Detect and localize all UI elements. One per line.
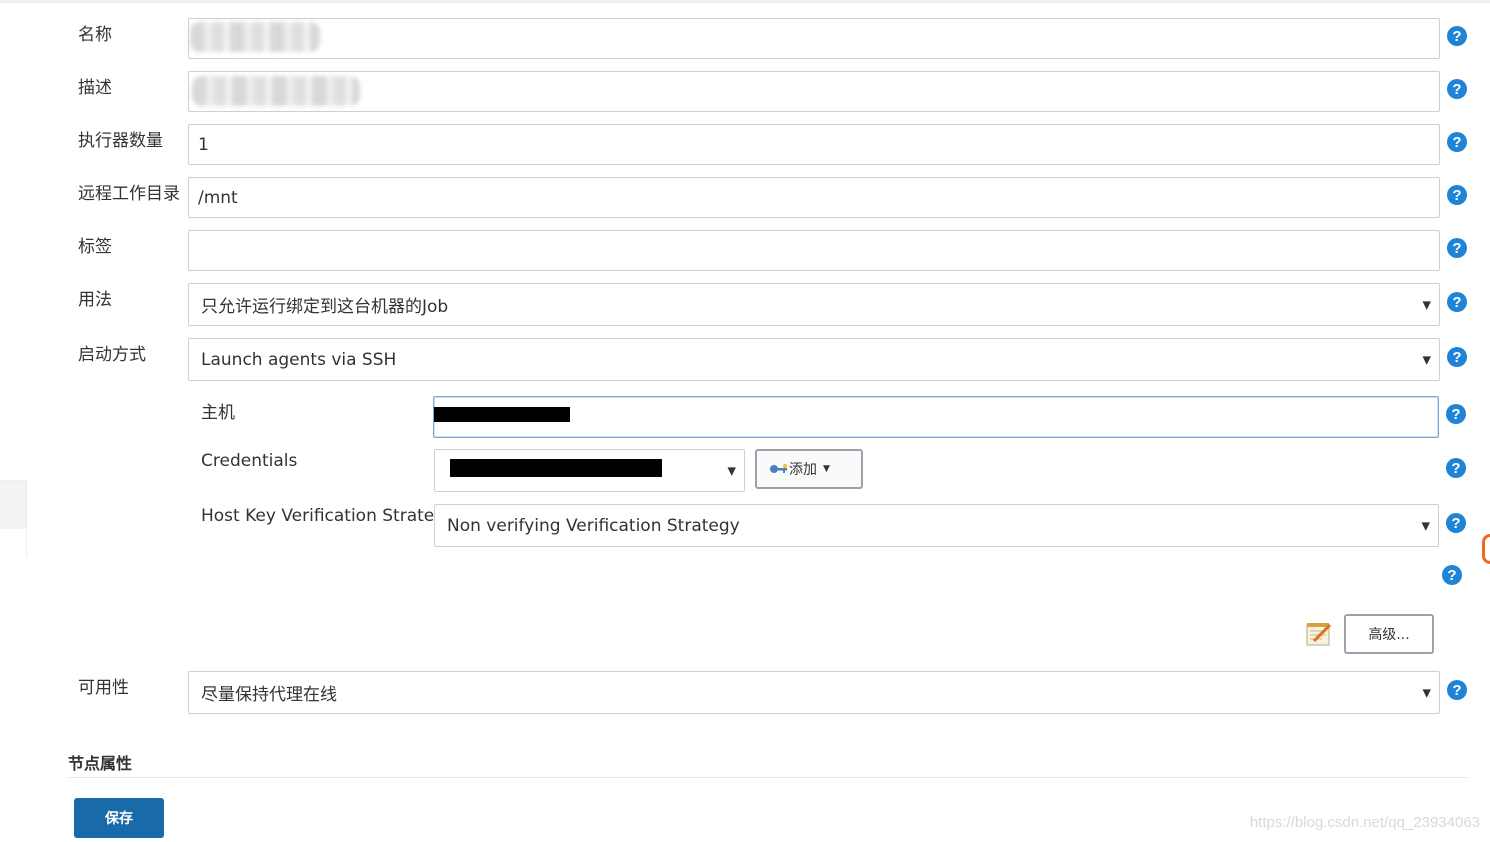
help-icon-name[interactable]: ? [1447, 26, 1467, 46]
side-panel-tab[interactable] [0, 480, 27, 557]
help-icon-labels[interactable]: ? [1447, 238, 1467, 258]
help-icon-availability[interactable]: ? [1447, 680, 1467, 700]
blurred-name [190, 22, 320, 52]
labels-input[interactable] [188, 230, 1440, 271]
watermark: https://blog.csdn.net/qq_23934063 [1249, 814, 1480, 831]
availability-select[interactable]: 尽量保持代理在线 ▼ [188, 671, 1440, 714]
help-icon-remote-root[interactable]: ? [1447, 185, 1467, 205]
launch-method-label: 启动方式 [78, 345, 146, 365]
executors-input[interactable]: 1 [188, 124, 1440, 165]
chevron-down-icon: ▼ [1422, 353, 1431, 366]
blurred-description [192, 76, 360, 106]
notepad-icon[interactable] [1304, 619, 1334, 649]
redacted-credentials [450, 459, 662, 477]
advanced-button[interactable]: 高级... [1344, 614, 1434, 654]
usage-label: 用法 [78, 290, 112, 310]
help-icon-launcher[interactable]: ? [1442, 565, 1462, 585]
help-icon-launch-method[interactable]: ? [1447, 347, 1467, 367]
credentials-label: Credentials [201, 451, 298, 471]
floating-widget-edge[interactable] [1482, 534, 1490, 564]
key-icon [770, 464, 787, 473]
name-label: 名称 [78, 25, 112, 45]
help-icon-host-key-strategy[interactable]: ? [1446, 513, 1466, 533]
host-input[interactable] [433, 396, 1439, 438]
host-key-strategy-select[interactable]: Non verifying Verification Strategy ▼ [434, 504, 1439, 547]
chevron-down-icon: ▼ [1422, 686, 1431, 699]
help-icon-credentials[interactable]: ? [1446, 458, 1466, 478]
save-button[interactable]: 保存 [74, 798, 164, 838]
help-icon-host[interactable]: ? [1446, 404, 1466, 424]
launch-method-select[interactable]: Launch agents via SSH ▼ [188, 338, 1440, 381]
help-icon-description[interactable]: ? [1447, 79, 1467, 99]
name-input[interactable] [188, 18, 1440, 59]
executors-label: 执行器数量 [78, 131, 163, 151]
section-divider [68, 777, 1468, 778]
labels-label: 标签 [78, 237, 112, 257]
description-input[interactable] [188, 71, 1440, 112]
remote-root-label: 远程工作目录 [78, 184, 180, 204]
host-key-strategy-label: Host Key Verification Strategy [201, 506, 456, 526]
usage-select[interactable]: 只允许运行绑定到这台机器的Job ▼ [188, 283, 1440, 326]
help-icon-usage[interactable]: ? [1447, 292, 1467, 312]
chevron-down-icon: ▼ [1421, 519, 1430, 532]
top-divider [0, 0, 1490, 3]
help-icon-executors[interactable]: ? [1447, 132, 1467, 152]
description-label: 描述 [78, 78, 112, 98]
add-credentials-button[interactable]: 添加 ▼ [755, 449, 863, 489]
remote-root-input[interactable]: /mnt [188, 177, 1440, 218]
redacted-host [434, 407, 570, 422]
availability-label: 可用性 [78, 678, 129, 698]
chevron-down-icon: ▼ [727, 464, 736, 477]
chevron-down-icon: ▼ [823, 464, 830, 474]
host-label: 主机 [201, 403, 235, 423]
chevron-down-icon: ▼ [1422, 298, 1431, 311]
node-properties-heading: 节点属性 [68, 754, 133, 773]
